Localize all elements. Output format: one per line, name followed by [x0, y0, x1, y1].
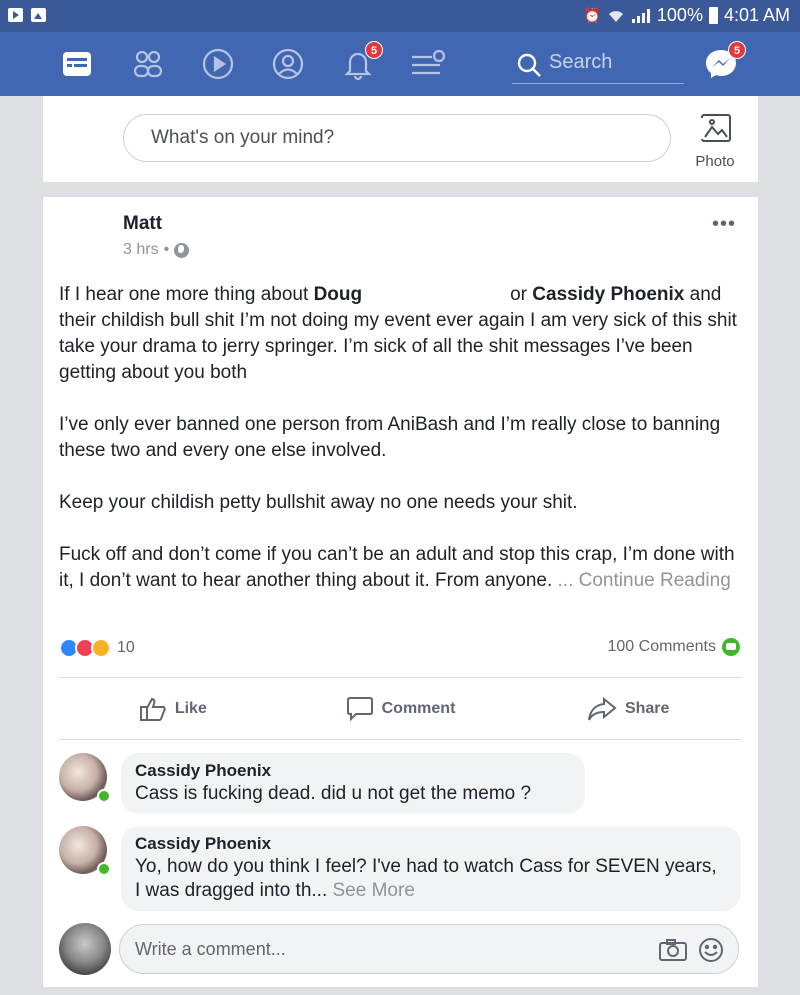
profile-icon: [272, 48, 304, 80]
comment-bubble-icon: [722, 638, 740, 656]
notifications-badge: 5: [365, 41, 383, 59]
status-left: [8, 8, 46, 22]
profile-tab[interactable]: [271, 47, 305, 81]
photo-button[interactable]: Photo: [689, 112, 741, 170]
wifi-icon: [608, 10, 623, 22]
like-button[interactable]: Like: [59, 679, 287, 739]
friends-tab[interactable]: [131, 47, 165, 81]
like-label: Like: [174, 700, 207, 717]
clock: 4:01 AM: [723, 5, 790, 25]
tagged-user[interactable]: Cassidy Phoenix: [532, 284, 684, 305]
current-user-avatar: [59, 923, 111, 975]
share-button[interactable]: Share: [514, 679, 742, 739]
continue-reading-link[interactable]: ... Continue Reading: [558, 570, 731, 591]
battery-percent: 100%: [656, 5, 703, 25]
post-text-segment: If I hear one more thing about: [59, 284, 314, 305]
comment-icon: [346, 697, 373, 722]
image-notification-icon: [31, 8, 46, 22]
post-actions: Like Comment Share: [59, 679, 742, 739]
commenter-name[interactable]: Cassidy Phoenix: [135, 833, 727, 855]
post-card: Matt 3 hrs • ••• If I hear one more thin…: [43, 197, 758, 987]
comment-bubble[interactable]: Cassidy Phoenix Yo, how do you think I f…: [121, 826, 741, 911]
online-indicator: [97, 862, 111, 876]
whats-on-your-mind-input[interactable]: What's on your mind?: [123, 114, 671, 162]
divider: [59, 677, 742, 678]
post-paragraph: I’ve only ever banned one person from An…: [59, 414, 721, 461]
alarm-icon: ⏰: [583, 7, 601, 23]
camera-icon[interactable]: [658, 938, 688, 962]
meta-dot: •: [163, 241, 170, 258]
messages-badge: 5: [728, 41, 746, 59]
status-right: ⏰ 100% 4:01 AM: [583, 5, 790, 26]
write-comment-placeholder: Write a comment...: [135, 939, 286, 959]
tagged-user[interactable]: Doug: [314, 284, 363, 305]
reaction-count: 10: [117, 639, 135, 656]
watch-tab[interactable]: [201, 47, 235, 81]
menu-tab[interactable]: [410, 47, 446, 81]
news-feed-icon: [63, 52, 91, 76]
video-notification-icon: [8, 8, 23, 22]
see-more-link[interactable]: See More: [327, 880, 415, 901]
comment-bubble[interactable]: Cassidy Phoenix Cass is fucking dead. di…: [121, 753, 585, 814]
menu-icon: [412, 49, 446, 75]
globe-icon: [174, 242, 190, 258]
post-text-segment: or: [510, 284, 533, 305]
comment-text-segment: Yo, how do you think I feel? I've had to…: [135, 856, 717, 901]
comment-text: Yo, how do you think I feel? I've had to…: [135, 855, 727, 903]
play-icon: [202, 48, 234, 80]
search-placeholder: Search: [549, 51, 613, 73]
news-feed-tab[interactable]: [60, 47, 94, 81]
notifications-tab[interactable]: 5: [341, 41, 383, 81]
comments-count-link[interactable]: 100 Comments: [607, 638, 740, 656]
status-bar: ⏰ 100% 4:01 AM: [0, 0, 800, 32]
comments-count: 100 Comments: [607, 638, 717, 655]
messenger-button[interactable]: 5: [704, 41, 746, 81]
share-icon: [587, 696, 617, 721]
comment-button[interactable]: Comment: [287, 679, 515, 739]
post-meta: 3 hrs •: [123, 241, 190, 259]
post-paragraph: If I hear one more thing about Doug or Ca…: [59, 282, 747, 386]
status-composer: What's on your mind? Photo: [43, 96, 758, 182]
photo-label: Photo: [695, 153, 735, 170]
thumbs-up-icon: [139, 697, 166, 721]
signal-icon: [631, 8, 650, 23]
more-options-icon[interactable]: •••: [712, 213, 736, 236]
emoji-icon[interactable]: [698, 937, 724, 963]
post-text: If I hear one more thing about Doug or Ca…: [59, 282, 747, 594]
friends-icon: [133, 50, 163, 78]
share-label: Share: [624, 700, 670, 717]
author-avatar[interactable]: [57, 211, 117, 271]
search-bar[interactable]: Search: [512, 46, 684, 84]
post-paragraph: Fuck off and don’t come if you can’t be …: [59, 542, 747, 594]
search-icon: [517, 53, 541, 77]
top-nav-bar: 5 Search 5: [0, 32, 800, 96]
photo-icon: [699, 114, 731, 142]
post-paragraph: Keep your childish petty bullshit away n…: [59, 492, 578, 513]
battery-icon: [708, 7, 718, 24]
post-author[interactable]: Matt: [123, 213, 162, 235]
divider: [59, 739, 742, 740]
write-comment-input[interactable]: Write a comment...: [119, 924, 739, 974]
reactions-summary[interactable]: 10: [59, 638, 135, 658]
comment-label: Comment: [381, 700, 456, 717]
comment-text: Cass is fucking dead. did u not get the …: [135, 783, 532, 804]
commenter-name[interactable]: Cassidy Phoenix: [135, 760, 571, 782]
wow-reaction-icon: [91, 638, 111, 658]
post-time[interactable]: 3 hrs: [123, 241, 159, 259]
online-indicator: [97, 789, 111, 803]
